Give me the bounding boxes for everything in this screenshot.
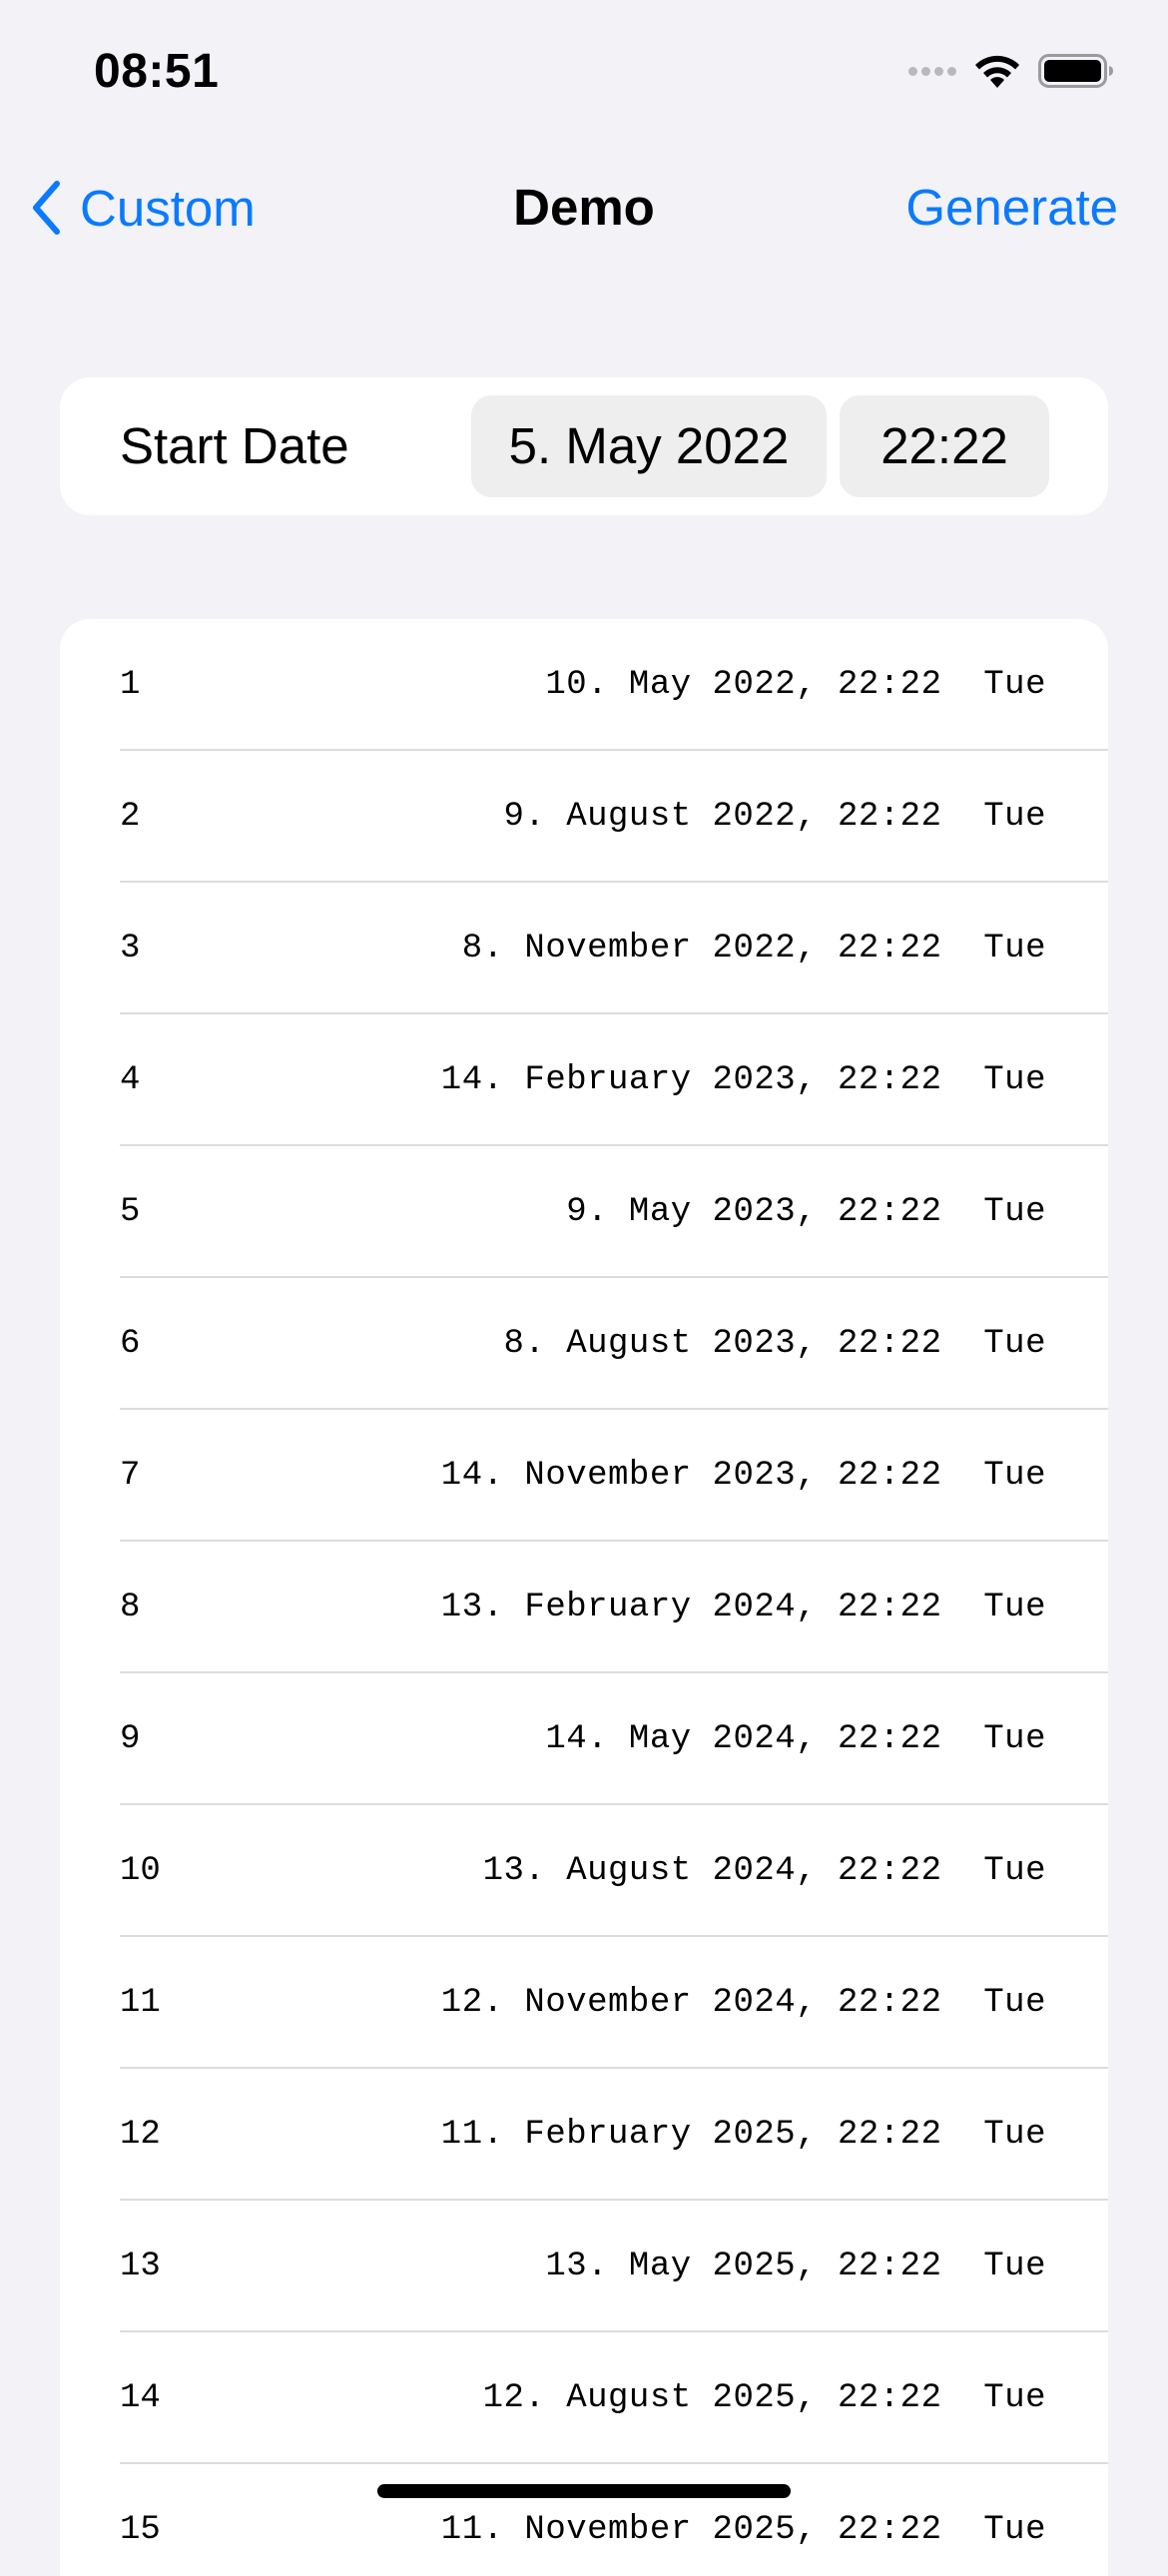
results-list: 1 10. May 2022, 22:22 Tue 2 9. August 2022,… xyxy=(60,619,1108,2576)
list-item-index: 15 xyxy=(120,2511,161,2549)
list-item-index: 10 xyxy=(120,1852,161,1890)
list-item: 8 13. February 2024, 22:22 Tue xyxy=(120,1542,1108,1673)
list-item-index: 14 xyxy=(120,2379,161,2417)
list-item-index: 12 xyxy=(120,2116,161,2154)
list-item-date: 10. May 2022, 22:22 Tue xyxy=(545,666,1046,704)
list-item: 9 14. May 2024, 22:22 Tue xyxy=(120,1673,1108,1805)
list-item: 7 14. November 2023, 22:22 Tue xyxy=(120,1410,1108,1542)
home-indicator[interactable] xyxy=(377,2484,791,2498)
list-item-date: 14. November 2023, 22:22 Tue xyxy=(440,1457,1046,1495)
list-item-index: 5 xyxy=(120,1193,141,1231)
list-item-date: 11. November 2025, 22:22 Tue xyxy=(440,2511,1046,2549)
list-item-index: 11 xyxy=(120,1984,161,2022)
list-item-date: 13. August 2024, 22:22 Tue xyxy=(482,1852,1046,1890)
list-item-date: 11. February 2025, 22:22 Tue xyxy=(440,2116,1046,2154)
list-item: 5 9. May 2023, 22:22 Tue xyxy=(120,1146,1108,1278)
list-item-index: 7 xyxy=(120,1457,141,1495)
list-item-index: 13 xyxy=(120,2248,161,2285)
list-item: 2 9. August 2022, 22:22 Tue xyxy=(120,751,1108,883)
list-item-date: 12. November 2024, 22:22 Tue xyxy=(440,1984,1046,2022)
back-button-label: Custom xyxy=(80,179,256,237)
cellular-signal-icon xyxy=(908,66,956,76)
list-item-date: 9. August 2022, 22:22 Tue xyxy=(503,798,1046,836)
start-time-picker[interactable]: 22:22 xyxy=(840,395,1049,497)
start-date-picker[interactable]: 5. May 2022 xyxy=(471,395,827,497)
list-item: 11 12. November 2024, 22:22 Tue xyxy=(120,1937,1108,2069)
list-item-index: 2 xyxy=(120,798,141,836)
list-item-date: 8. November 2022, 22:22 Tue xyxy=(461,930,1046,967)
list-item-date: 8. August 2023, 22:22 Tue xyxy=(503,1325,1046,1363)
status-icons xyxy=(908,52,1114,90)
list-item: 12 11. February 2025, 22:22 Tue xyxy=(120,2069,1108,2201)
back-button[interactable]: Custom xyxy=(24,174,256,242)
list-item: 3 8. November 2022, 22:22 Tue xyxy=(120,883,1108,1014)
list-item-date: 13. May 2025, 22:22 Tue xyxy=(545,2248,1046,2285)
status-bar: 08:51 xyxy=(0,0,1168,150)
navigation-bar: Custom Demo Generate xyxy=(0,150,1168,266)
list-item-date: 14. May 2024, 22:22 Tue xyxy=(545,1720,1046,1758)
list-item-index: 8 xyxy=(120,1589,141,1626)
list-item-date: 14. February 2023, 22:22 Tue xyxy=(440,1061,1046,1099)
list-item-index: 9 xyxy=(120,1720,141,1758)
list-item: 13 13. May 2025, 22:22 Tue xyxy=(120,2201,1108,2332)
list-item: 14 12. August 2025, 22:22 Tue xyxy=(120,2332,1108,2464)
list-item: 1 10. May 2022, 22:22 Tue xyxy=(120,619,1108,751)
list-item-index: 3 xyxy=(120,930,141,967)
wifi-icon xyxy=(975,55,1019,88)
list-item-index: 4 xyxy=(120,1061,141,1099)
list-item: 15 11. November 2025, 22:22 Tue xyxy=(120,2464,1108,2576)
start-date-card: Start Date 5. May 2022 22:22 xyxy=(60,377,1108,515)
status-time: 08:51 xyxy=(94,45,220,98)
chevron-left-icon xyxy=(24,178,68,238)
list-item: 4 14. February 2023, 22:22 Tue xyxy=(120,1014,1108,1146)
list-item: 6 8. August 2023, 22:22 Tue xyxy=(120,1278,1108,1410)
list-item-date: 9. May 2023, 22:22 Tue xyxy=(566,1193,1046,1231)
list-item: 10 13. August 2024, 22:22 Tue xyxy=(120,1805,1108,1937)
list-item-index: 6 xyxy=(120,1325,141,1363)
start-date-label: Start Date xyxy=(120,417,349,474)
generate-button[interactable]: Generate xyxy=(905,174,1118,242)
list-item-date: 13. February 2024, 22:22 Tue xyxy=(440,1589,1046,1626)
list-item-date: 12. August 2025, 22:22 Tue xyxy=(482,2379,1046,2417)
battery-icon xyxy=(1038,54,1113,88)
list-item-index: 1 xyxy=(120,666,141,704)
